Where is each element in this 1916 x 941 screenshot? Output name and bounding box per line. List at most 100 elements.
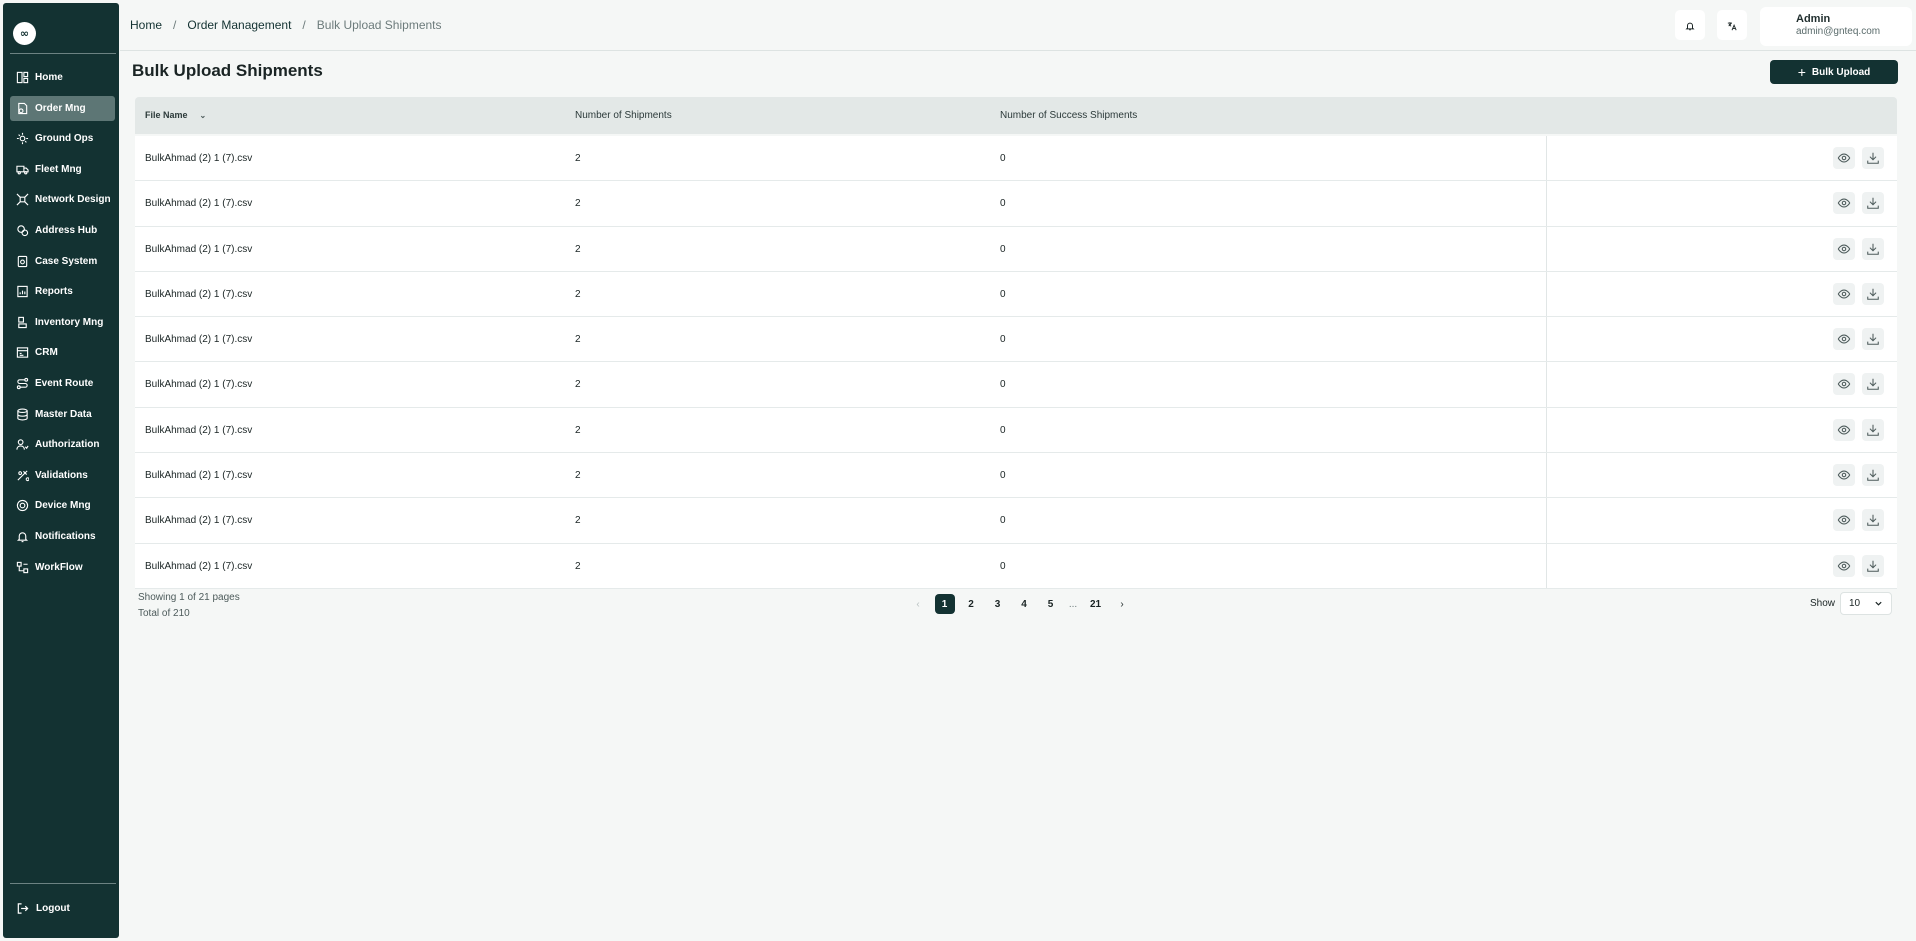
column-divider — [1546, 136, 1547, 181]
sidebar-item-label: Fleet Mng — [35, 163, 82, 175]
page-title: Bulk Upload Shipments — [132, 61, 323, 80]
view-button[interactable] — [1833, 554, 1855, 577]
view-button[interactable] — [1833, 192, 1855, 215]
download-button[interactable] — [1862, 282, 1884, 305]
notifications-button[interactable] — [1675, 10, 1705, 40]
view-button[interactable] — [1833, 328, 1855, 351]
case-icon — [16, 255, 29, 268]
view-button[interactable] — [1833, 373, 1855, 396]
sidebar-item-address-hub[interactable]: Address Hub — [10, 218, 115, 243]
column-header-success: Number of Success Shipments — [1000, 110, 1138, 121]
language-button[interactable] — [1717, 10, 1747, 40]
table-row: BulkAhmad (2) 1 (7).csv 2 0 — [135, 407, 1897, 454]
sidebar-item-workflow[interactable]: WorkFlow — [10, 555, 115, 580]
table-row: BulkAhmad (2) 1 (7).csv 2 0 — [135, 453, 1897, 499]
cell-success-count: 0 — [1000, 334, 1006, 346]
sidebar-item-label: Event Route — [35, 377, 94, 389]
user-menu[interactable]: Admin admin@gnteq.com — [1760, 7, 1912, 46]
eye-icon — [1837, 423, 1851, 437]
sidebar-item-authorization[interactable]: Authorization — [10, 432, 115, 457]
column-divider — [1546, 362, 1547, 407]
view-button[interactable] — [1833, 147, 1855, 169]
download-icon — [1866, 559, 1880, 573]
cell-file-name: BulkAhmad (2) 1 (7).csv — [145, 424, 253, 436]
page-size-label: Show — [1810, 598, 1836, 609]
table-row: BulkAhmad (2) 1 (7).csv 2 0 — [135, 181, 1897, 227]
column-header-file-name[interactable]: File Name ⌄ — [145, 110, 206, 120]
sidebar-item-case-system[interactable]: Case System — [10, 249, 115, 274]
cell-file-name: BulkAhmad (2) 1 (7).csv — [145, 288, 253, 300]
download-button[interactable] — [1862, 328, 1884, 351]
bell-icon — [1685, 16, 1695, 35]
cell-success-count: 0 — [1000, 198, 1006, 210]
sidebar-item-notifications[interactable]: Notifications — [10, 524, 115, 549]
pagination-page-1[interactable]: 1 — [934, 594, 955, 614]
sidebar-item-label: Validations — [35, 469, 88, 481]
app-logo[interactable]: ∞ — [13, 22, 36, 45]
sidebar-item-reports[interactable]: Reports — [10, 279, 115, 304]
cell-file-name: BulkAhmad (2) 1 (7).csv — [145, 198, 253, 210]
page-size-select[interactable]: 10 — [1840, 592, 1892, 615]
pagination-page-2[interactable]: 2 — [961, 594, 981, 614]
sort-chevron-icon: ⌄ — [199, 110, 207, 120]
breadcrumb-order-management[interactable]: Order Management — [187, 18, 291, 32]
view-button[interactable] — [1833, 464, 1855, 487]
download-button[interactable] — [1862, 509, 1884, 532]
sidebar-item-inventory-mng[interactable]: Inventory Mng — [10, 310, 115, 335]
table-row: BulkAhmad (2) 1 (7).csv 2 0 — [135, 543, 1897, 589]
view-button[interactable] — [1833, 237, 1855, 260]
sidebar-item-crm[interactable]: CRM — [10, 340, 115, 365]
pagination-next-button[interactable]: › — [1112, 594, 1132, 614]
eye-icon — [1837, 287, 1851, 301]
download-button[interactable] — [1862, 147, 1884, 169]
download-button[interactable] — [1862, 464, 1884, 487]
cell-success-count: 0 — [1000, 153, 1006, 164]
pagination-prev-button[interactable]: ‹ — [908, 594, 928, 614]
breadcrumb-home[interactable]: Home — [130, 18, 162, 32]
download-button[interactable] — [1862, 237, 1884, 260]
pagination-page-3[interactable]: 3 — [988, 594, 1008, 614]
column-divider — [1546, 498, 1547, 543]
sidebar-item-network-design[interactable]: Network Design — [10, 187, 115, 212]
eye-icon — [1837, 513, 1851, 527]
sidebar-item-master-data[interactable]: Master Data — [10, 402, 115, 427]
cell-shipments-count: 2 — [575, 379, 581, 391]
pagination-showing: Showing 1 of 21 pages — [138, 592, 240, 603]
sidebar-nav: Home Order Mng Ground Ops Fleet Mng Network … — [10, 65, 115, 585]
view-button[interactable] — [1833, 418, 1855, 441]
view-button[interactable] — [1833, 282, 1855, 305]
view-button[interactable] — [1833, 509, 1855, 532]
sidebar-item-home[interactable]: Home — [10, 65, 115, 90]
download-icon — [1866, 468, 1880, 482]
sidebar-item-fleet-mng[interactable]: Fleet Mng — [10, 157, 115, 182]
download-button[interactable] — [1862, 192, 1884, 215]
cell-shipments-count: 2 — [575, 334, 581, 346]
sidebar-item-order-mng[interactable]: Order Mng — [10, 95, 115, 121]
cell-file-name: BulkAhmad (2) 1 (7).csv — [145, 153, 253, 164]
sidebar-item-ground-ops[interactable]: Ground Ops — [10, 126, 115, 151]
pagination-page-4[interactable]: 4 — [1014, 594, 1034, 614]
cell-shipments-count: 2 — [575, 560, 581, 572]
table-row: BulkAhmad (2) 1 (7).csv 2 0 — [135, 226, 1897, 272]
sidebar-item-validations[interactable]: Validations — [10, 463, 115, 488]
column-divider — [1546, 407, 1547, 453]
column-divider — [1546, 226, 1547, 271]
bulk-upload-button[interactable]: + Bulk Upload — [1770, 60, 1898, 84]
pagination-page-5[interactable]: 5 — [1041, 594, 1061, 614]
sidebar-item-label: Home — [35, 72, 63, 83]
sidebar-item-label: Inventory Mng — [35, 316, 104, 328]
download-button[interactable] — [1862, 554, 1884, 577]
logout-button[interactable]: Logout — [16, 902, 70, 915]
sidebar-item-device-mng[interactable]: Device Mng — [10, 493, 115, 518]
download-button[interactable] — [1862, 418, 1884, 441]
shipments-table: File Name ⌄ Number of Shipments Number o… — [135, 97, 1897, 589]
sidebar-item-label: WorkFlow — [35, 561, 83, 573]
cell-shipments-count: 2 — [575, 424, 581, 436]
pagination-page-21[interactable]: 21 — [1086, 594, 1106, 614]
sidebar-item-event-route[interactable]: Event Route — [10, 371, 115, 396]
download-button[interactable] — [1862, 373, 1884, 396]
download-icon — [1866, 287, 1880, 301]
sidebar-item-label: Address Hub — [35, 224, 98, 236]
plus-icon: + — [1797, 64, 1806, 80]
column-divider — [1546, 317, 1547, 362]
